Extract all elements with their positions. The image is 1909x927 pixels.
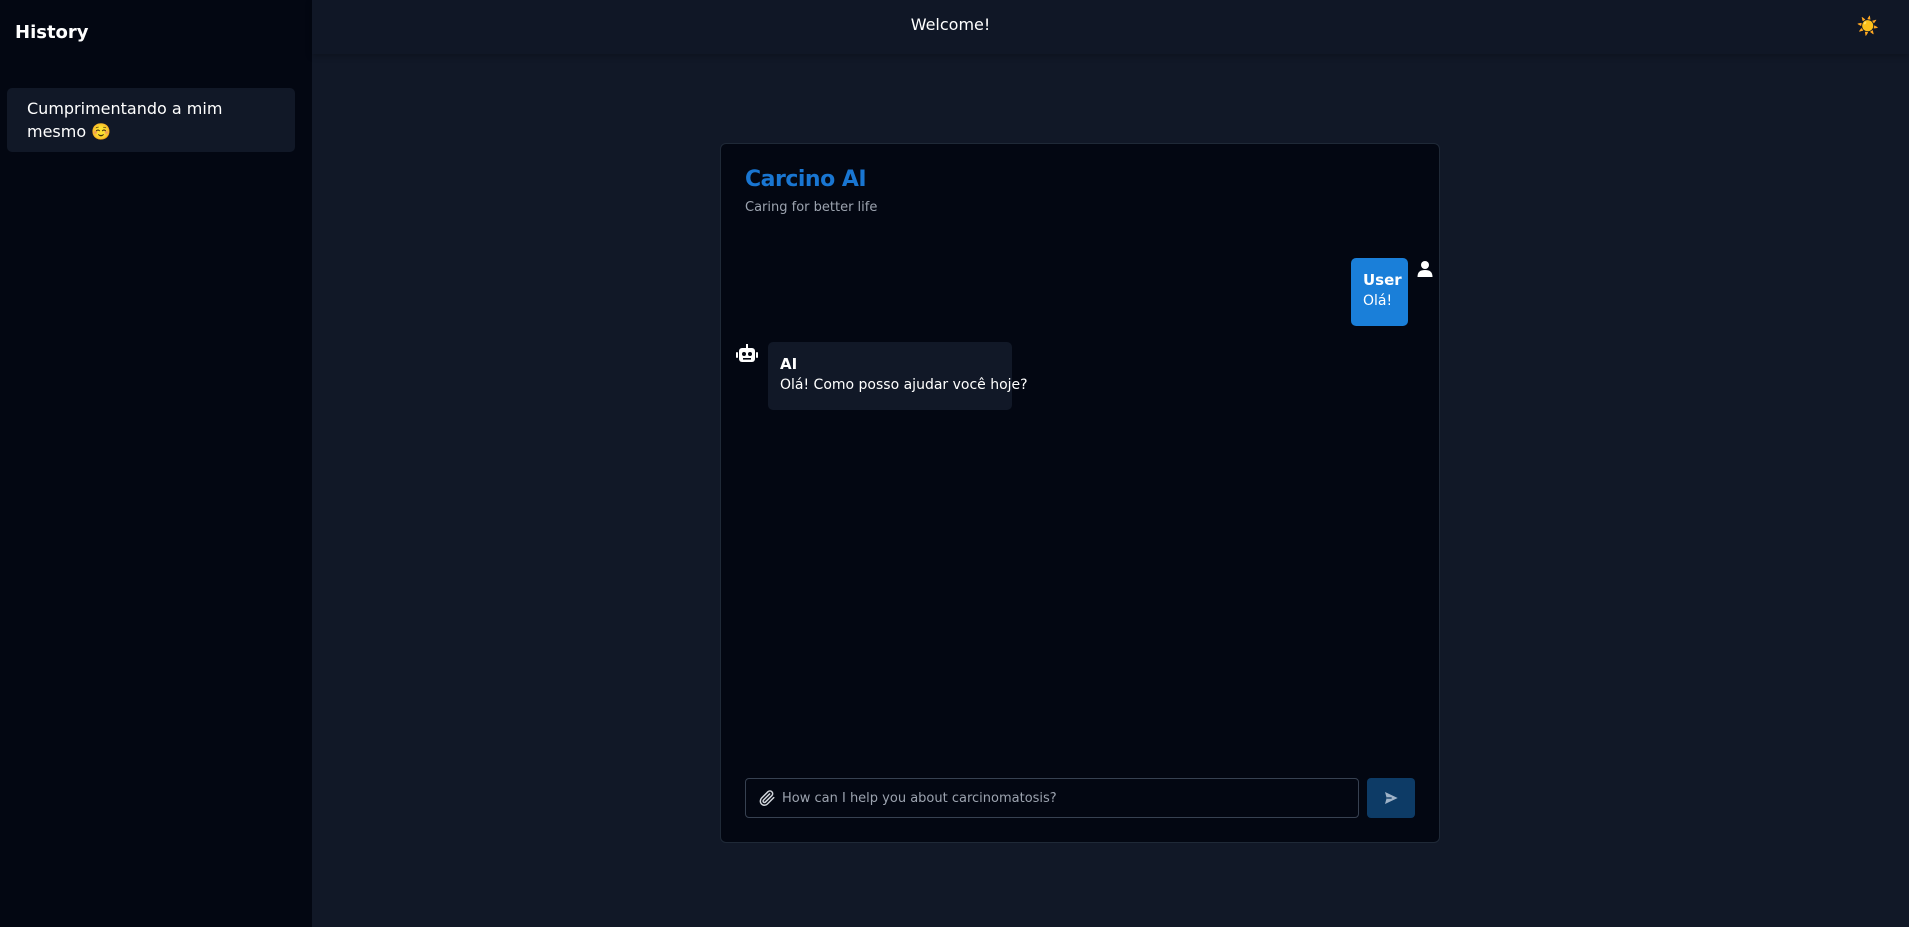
main-area: Welcome! ☀️ Carcino AI Caring for better… [312, 0, 1909, 927]
app-subtitle: Caring for better life [745, 200, 878, 215]
message-input-box[interactable] [745, 778, 1359, 818]
user-icon [1417, 261, 1433, 277]
message-author: User [1363, 271, 1402, 289]
message-text: Olá! Como posso ajudar você hoje? [780, 377, 1028, 393]
message-text: Olá! [1363, 293, 1393, 309]
history-sidebar: History Cumprimentando a mim mesmo ☺️ [0, 0, 312, 927]
message-input[interactable] [782, 779, 1342, 817]
sidebar-title: History [15, 22, 89, 43]
top-bar: Welcome! ☀️ [312, 0, 1909, 54]
chat-panel: Carcino AI Caring for better life User O… [720, 143, 1440, 843]
user-message-bubble: User Olá! [1351, 258, 1408, 326]
send-icon [1385, 792, 1398, 804]
message-author: AI [780, 355, 798, 373]
welcome-text: Welcome! [910, 15, 991, 34]
history-item[interactable]: Cumprimentando a mim mesmo ☺️ [7, 88, 295, 152]
sun-icon[interactable]: ☀️ [1856, 14, 1880, 38]
robot-icon [736, 344, 758, 362]
app-title: Carcino AI [745, 167, 867, 192]
send-button[interactable] [1367, 778, 1415, 818]
paperclip-icon[interactable] [758, 789, 776, 807]
ai-message-bubble: AI Olá! Como posso ajudar você hoje? [768, 342, 1028, 410]
